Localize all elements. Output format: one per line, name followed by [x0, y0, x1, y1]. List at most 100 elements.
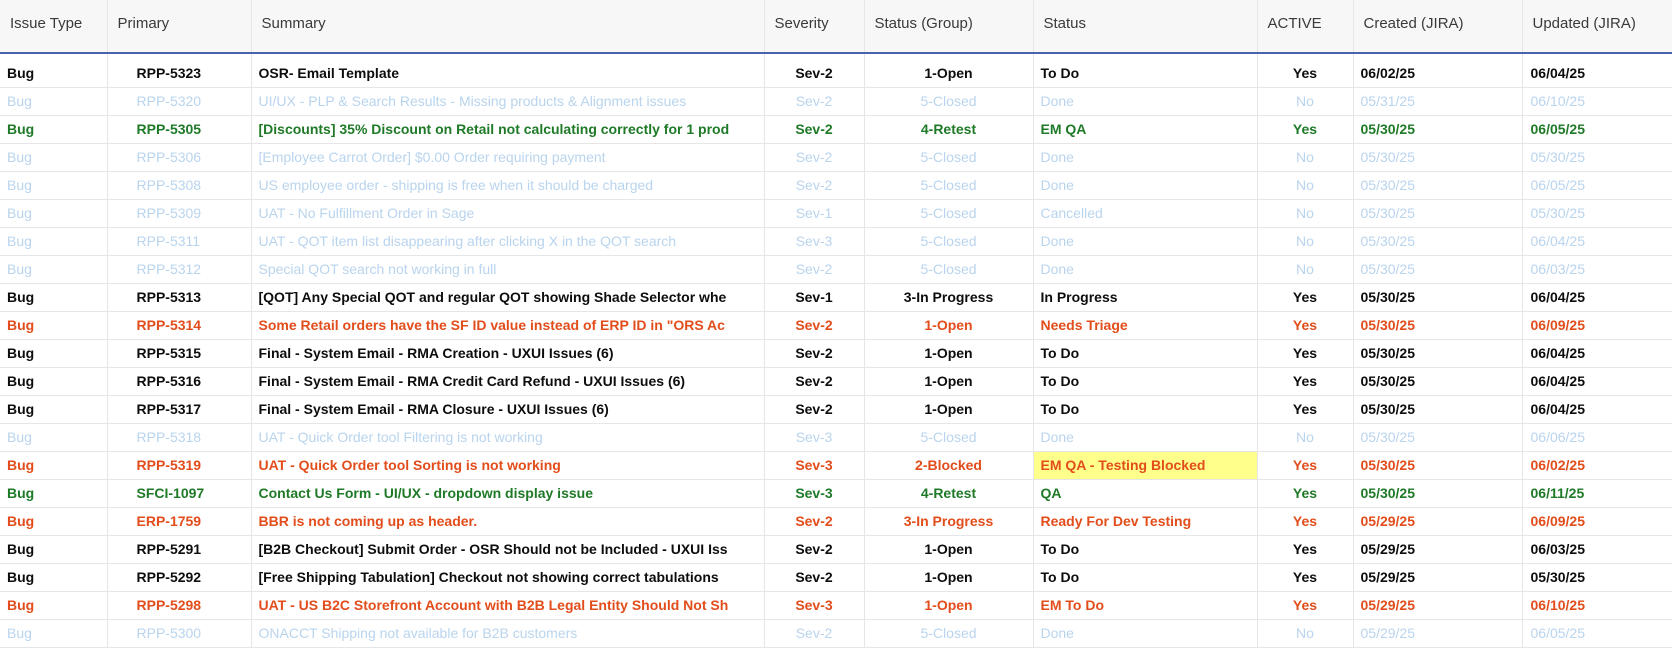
- cell-updated[interactable]: 06/03/25: [1522, 535, 1672, 564]
- table-row[interactable]: Bug RPP-5311 UAT - QOT item list disappear…: [0, 227, 1672, 256]
- cell-issue-type[interactable]: Bug: [0, 395, 108, 424]
- cell-created[interactable]: 05/30/25: [1353, 479, 1523, 508]
- cell-active[interactable]: Yes: [1257, 53, 1354, 88]
- cell-updated[interactable]: 06/04/25: [1522, 367, 1672, 396]
- cell-updated[interactable]: 06/10/25: [1522, 87, 1672, 116]
- cell-status[interactable]: Cancelled: [1033, 199, 1258, 228]
- table-row[interactable]: Bug RPP-5317 Final - System Email - RMA Cl…: [0, 395, 1672, 424]
- cell-active[interactable]: Yes: [1257, 591, 1354, 620]
- cell-status-group[interactable]: 1-Open: [864, 367, 1034, 396]
- cell-status-group[interactable]: 3-In Progress: [864, 283, 1034, 312]
- cell-status[interactable]: To Do: [1033, 339, 1258, 368]
- cell-updated[interactable]: 06/10/25: [1522, 591, 1672, 620]
- cell-status[interactable]: Done: [1033, 143, 1258, 172]
- cell-created[interactable]: 05/30/25: [1353, 115, 1523, 144]
- cell-primary[interactable]: RPP-5318: [107, 423, 252, 452]
- column-header-status[interactable]: Status: [1033, 0, 1258, 54]
- cell-updated[interactable]: 06/06/25: [1522, 423, 1672, 452]
- column-header-active[interactable]: ACTIVE: [1257, 0, 1354, 54]
- cell-summary[interactable]: Final - System Email - RMA Credit Card R…: [251, 367, 765, 396]
- cell-primary[interactable]: RPP-5314: [107, 311, 252, 340]
- cell-summary[interactable]: Contact Us Form - UI/UX - dropdown displ…: [251, 479, 765, 508]
- cell-issue-type[interactable]: Bug: [0, 283, 108, 312]
- cell-primary[interactable]: SFCI-1097: [107, 479, 252, 508]
- cell-status[interactable]: In Progress: [1033, 283, 1258, 312]
- cell-severity[interactable]: Sev-2: [764, 53, 865, 88]
- cell-status-group[interactable]: 4-Retest: [864, 479, 1034, 508]
- cell-primary[interactable]: RPP-5319: [107, 451, 252, 480]
- cell-active[interactable]: No: [1257, 619, 1354, 648]
- cell-summary[interactable]: Final - System Email - RMA Creation - UX…: [251, 339, 765, 368]
- cell-active[interactable]: No: [1257, 227, 1354, 256]
- cell-status-group[interactable]: 5-Closed: [864, 227, 1034, 256]
- cell-summary[interactable]: [B2B Checkout] Submit Order - OSR Should…: [251, 535, 765, 564]
- cell-active[interactable]: No: [1257, 255, 1354, 284]
- cell-summary[interactable]: Some Retail orders have the SF ID value …: [251, 311, 765, 340]
- cell-primary[interactable]: RPP-5316: [107, 367, 252, 396]
- cell-active[interactable]: Yes: [1257, 311, 1354, 340]
- cell-severity[interactable]: Sev-2: [764, 87, 865, 116]
- cell-issue-type[interactable]: Bug: [0, 199, 108, 228]
- cell-created[interactable]: 05/30/25: [1353, 367, 1523, 396]
- column-header-primary[interactable]: Primary: [107, 0, 252, 54]
- cell-status[interactable]: Done: [1033, 87, 1258, 116]
- cell-active[interactable]: Yes: [1257, 395, 1354, 424]
- cell-status[interactable]: EM QA: [1033, 115, 1258, 144]
- cell-updated[interactable]: 05/30/25: [1522, 199, 1672, 228]
- cell-severity[interactable]: Sev-2: [764, 395, 865, 424]
- cell-primary[interactable]: RPP-5306: [107, 143, 252, 172]
- cell-active[interactable]: Yes: [1257, 451, 1354, 480]
- cell-created[interactable]: 05/30/25: [1353, 143, 1523, 172]
- cell-issue-type[interactable]: Bug: [0, 311, 108, 340]
- cell-active[interactable]: Yes: [1257, 535, 1354, 564]
- cell-issue-type[interactable]: Bug: [0, 339, 108, 368]
- cell-issue-type[interactable]: Bug: [0, 227, 108, 256]
- cell-created[interactable]: 05/30/25: [1353, 311, 1523, 340]
- cell-status-group[interactable]: 2-Blocked: [864, 451, 1034, 480]
- table-row[interactable]: Bug SFCI-1097 Contact Us Form - UI/UX - dr…: [0, 479, 1672, 508]
- cell-primary[interactable]: RPP-5311: [107, 227, 252, 256]
- cell-status-group[interactable]: 1-Open: [864, 591, 1034, 620]
- cell-updated[interactable]: 06/05/25: [1522, 171, 1672, 200]
- cell-created[interactable]: 05/31/25: [1353, 87, 1523, 116]
- column-header-status-group[interactable]: Status (Group): [864, 0, 1034, 54]
- cell-status-group[interactable]: 1-Open: [864, 563, 1034, 592]
- table-row[interactable]: Bug ERP-1759 BBR is not coming up as heade…: [0, 507, 1672, 536]
- cell-status-group[interactable]: 1-Open: [864, 395, 1034, 424]
- cell-active[interactable]: Yes: [1257, 283, 1354, 312]
- table-row[interactable]: Bug RPP-5305 [Discounts] 35% Discount on R…: [0, 115, 1672, 144]
- cell-updated[interactable]: 06/09/25: [1522, 311, 1672, 340]
- cell-status-group[interactable]: 5-Closed: [864, 255, 1034, 284]
- table-row[interactable]: Bug RPP-5314 Some Retail orders have the S…: [0, 311, 1672, 340]
- table-row[interactable]: Bug RPP-5316 Final - System Email - RMA Cr…: [0, 367, 1672, 396]
- cell-severity[interactable]: Sev-1: [764, 283, 865, 312]
- cell-updated[interactable]: 06/02/25: [1522, 451, 1672, 480]
- cell-updated[interactable]: 06/03/25: [1522, 255, 1672, 284]
- cell-updated[interactable]: 06/04/25: [1522, 395, 1672, 424]
- cell-severity[interactable]: Sev-2: [764, 535, 865, 564]
- table-row[interactable]: Bug RPP-5306 [Employee Carrot Order] $0.00…: [0, 143, 1672, 172]
- cell-severity[interactable]: Sev-2: [764, 171, 865, 200]
- cell-created[interactable]: 05/30/25: [1353, 199, 1523, 228]
- cell-severity[interactable]: Sev-3: [764, 591, 865, 620]
- cell-active[interactable]: No: [1257, 171, 1354, 200]
- cell-severity[interactable]: Sev-2: [764, 507, 865, 536]
- cell-summary[interactable]: UAT - No Fulfillment Order in Sage: [251, 199, 765, 228]
- cell-severity[interactable]: Sev-2: [764, 143, 865, 172]
- cell-primary[interactable]: RPP-5291: [107, 535, 252, 564]
- column-header-issue-type[interactable]: Issue Type: [0, 0, 108, 54]
- cell-severity[interactable]: Sev-2: [764, 339, 865, 368]
- cell-updated[interactable]: 06/05/25: [1522, 115, 1672, 144]
- cell-severity[interactable]: Sev-3: [764, 451, 865, 480]
- cell-created[interactable]: 05/30/25: [1353, 227, 1523, 256]
- cell-severity[interactable]: Sev-1: [764, 199, 865, 228]
- cell-status[interactable]: EM QA - Testing Blocked: [1033, 451, 1258, 480]
- cell-created[interactable]: 05/30/25: [1353, 283, 1523, 312]
- cell-status[interactable]: Needs Triage: [1033, 311, 1258, 340]
- table-row[interactable]: Bug RPP-5291 [B2B Checkout] Submit Order -…: [0, 535, 1672, 564]
- cell-severity[interactable]: Sev-2: [764, 311, 865, 340]
- cell-primary[interactable]: RPP-5320: [107, 87, 252, 116]
- cell-created[interactable]: 05/30/25: [1353, 395, 1523, 424]
- cell-status-group[interactable]: 1-Open: [864, 339, 1034, 368]
- cell-created[interactable]: 05/29/25: [1353, 591, 1523, 620]
